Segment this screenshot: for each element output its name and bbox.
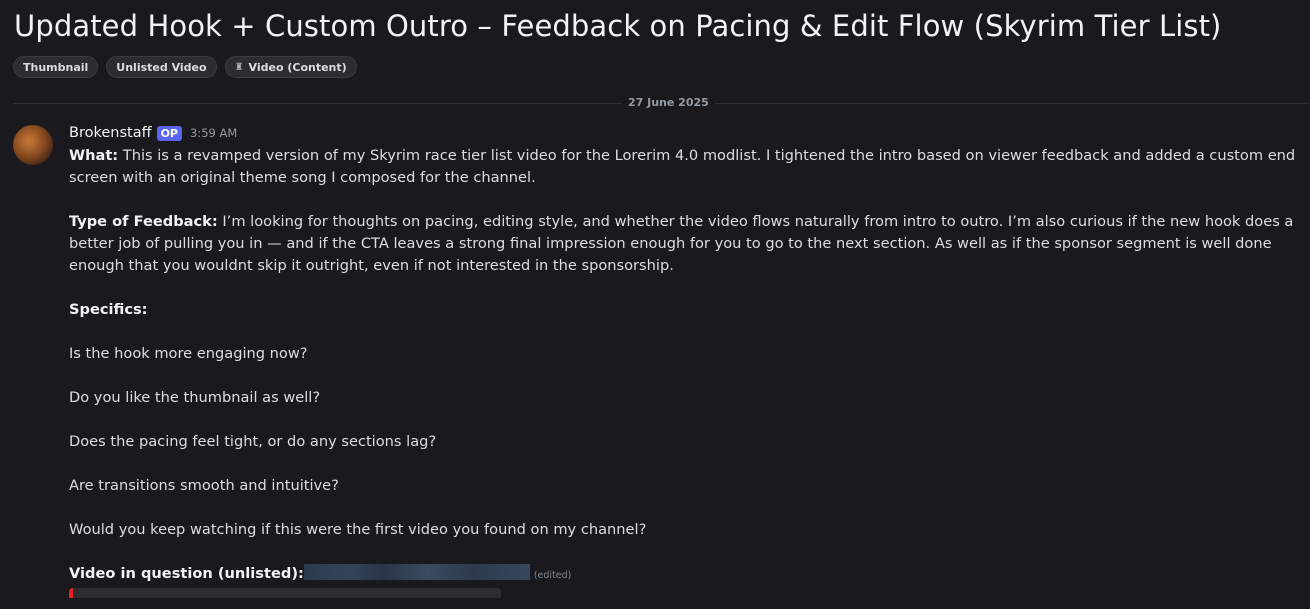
thread-title: Updated Hook + Custom Outro – Feedback o… [14,9,1222,43]
message-timestamp[interactable]: 3:59 AM [190,126,237,140]
what-paragraph: What: This is a revamped version of my S… [69,145,1301,189]
op-badge: OP [156,125,182,141]
feedback-text: I’m looking for thoughts on pacing, edit… [69,213,1294,274]
tag-label: Video (Content) [248,60,347,74]
tag-unlisted-video[interactable]: Unlisted Video [106,56,217,78]
tag-list: Thumbnail Unlisted Video ♜ Video (Conten… [13,56,357,78]
question-item: Would you keep watching if this were the… [69,521,647,538]
question-item: Do you like the thumbnail as well? [69,389,321,406]
video-label: Video in question (unlisted) [69,565,298,582]
redacted-video-link[interactable] [303,564,530,580]
message-header: Brokenstaff OP 3:59 AM [69,125,237,141]
feedback-paragraph: Type of Feedback: I’m looking for though… [69,211,1301,277]
feedback-label: Type of Feedback: [69,213,218,230]
question-item: Does the pacing feel tight, or do any se… [69,433,437,450]
tag-label: Thumbnail [23,60,89,74]
message-body: What: This is a revamped version of my S… [69,145,1301,609]
specifics-label: Specifics: [69,301,148,318]
avatar[interactable] [13,125,53,165]
video-embed[interactable] [69,588,501,598]
trophy-icon: ♜ [234,61,244,73]
tag-thumbnail[interactable]: Thumbnail [13,56,99,78]
video-paragraph: Video in question (unlisted): (edited) [69,563,1301,587]
specifics-paragraph: Specifics: [69,299,1301,321]
edited-marker: (edited) [533,570,572,581]
question-item: Are transitions smooth and intuitive? [69,477,339,494]
question-item: Is the hook more engaging now? [69,345,308,362]
tag-label: Unlisted Video [116,60,207,74]
tag-video-content[interactable]: ♜ Video (Content) [224,56,357,78]
what-text: This is a revamped version of my Skyrim … [69,147,1296,186]
what-label: What: [69,147,119,164]
date-divider: 27 June 2025 [622,96,715,109]
author-name[interactable]: Brokenstaff [69,125,152,141]
